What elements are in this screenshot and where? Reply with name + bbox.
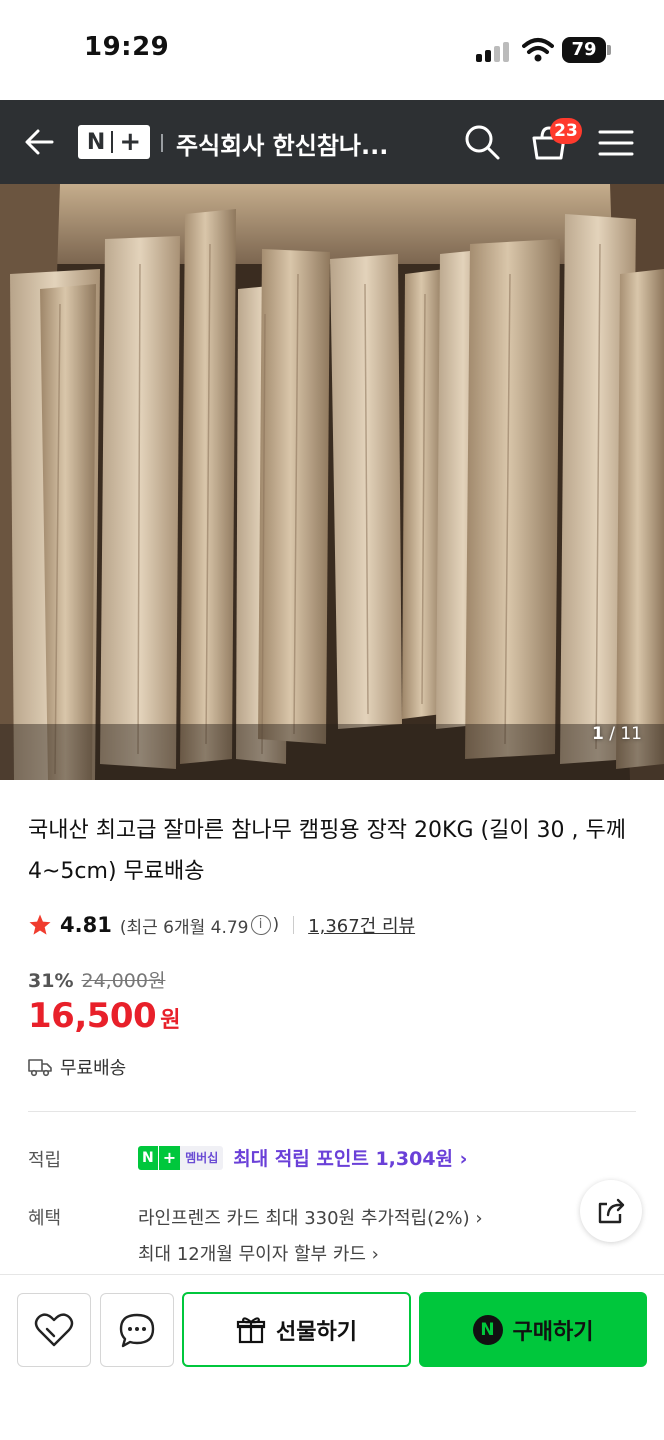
- sale-price-unit: 원: [160, 1008, 181, 1033]
- sale-price: 16,500 원: [28, 996, 180, 1036]
- nplus-logo-plus: +: [119, 127, 142, 157]
- membership-badge-n: N: [138, 1145, 158, 1170]
- product-title: 국내산 최고급 잘마른 참나무 캠핑용 장작 20KG (길이 30 , 두께 …: [28, 818, 627, 884]
- status-bar: 19:29 79: [0, 0, 664, 100]
- share-icon: [598, 1198, 625, 1224]
- info-icon[interactable]: i: [250, 915, 271, 935]
- buy-button[interactable]: N 구매하기: [419, 1292, 647, 1367]
- bottom-action-bar: 선물하기 N 구매하기: [0, 1274, 664, 1440]
- menu-icon[interactable]: [598, 128, 634, 158]
- recent-rating-text: (최근 6개월 4.79: [119, 917, 249, 938]
- rating-divider: [293, 916, 295, 934]
- battery-tip: [607, 45, 611, 55]
- nplus-membership-badge: N + 멤버십: [138, 1145, 224, 1170]
- sale-price-value: 16,500: [28, 996, 157, 1036]
- image-counter-total: / 11: [609, 724, 642, 744]
- max-points-link[interactable]: 최대 적립 포인트 1,304원 ›: [233, 1144, 467, 1171]
- signal-icon: [476, 40, 512, 62]
- gift-icon: [236, 1316, 266, 1343]
- rating-value: 4.81: [60, 913, 112, 937]
- buy-button-label: 구매하기: [512, 1319, 594, 1345]
- cart-count-badge: 23: [550, 118, 582, 144]
- shipping-text: 무료배송: [60, 1058, 127, 1079]
- card-benefit-link[interactable]: 라인프렌즈 카드 최대 330원 추가적립(2%) ›: [138, 1204, 483, 1230]
- recent-rating: (최근 6개월 4.79 i ): [120, 913, 279, 938]
- section-divider: [28, 1111, 636, 1112]
- benefits-label: 혜택: [28, 1208, 62, 1229]
- membership-badge-plus: +: [157, 1145, 181, 1170]
- wishlist-button[interactable]: [17, 1293, 91, 1367]
- star-icon: [29, 914, 51, 935]
- truck-icon: [28, 1059, 52, 1077]
- original-price: 24,000원: [81, 970, 166, 992]
- gift-button[interactable]: 선물하기: [182, 1292, 411, 1367]
- npay-icon: N: [472, 1314, 503, 1345]
- points-row[interactable]: N + 멤버십 최대 적립 포인트 1,304원 ›: [138, 1144, 467, 1171]
- gift-button-label: 선물하기: [276, 1319, 357, 1345]
- talk-talk-button[interactable]: [100, 1293, 174, 1367]
- nplus-logo-n: N: [86, 129, 106, 155]
- battery-indicator: 79: [562, 37, 606, 63]
- recent-rating-close: ): [272, 915, 280, 935]
- store-title[interactable]: 주식회사 한신참나...: [176, 126, 388, 161]
- search-icon[interactable]: [462, 122, 502, 162]
- back-arrow-icon[interactable]: [22, 124, 58, 160]
- points-label: 적립: [28, 1150, 62, 1171]
- membership-badge-label: 멤버십: [180, 1145, 224, 1170]
- installment-benefit-link[interactable]: 최대 12개월 무이자 할부 카드 ›: [138, 1240, 379, 1266]
- status-time: 19:29: [84, 32, 170, 62]
- image-counter-current: 1: [591, 724, 604, 744]
- chat-icon: [119, 1313, 155, 1348]
- discount-rate: 31%: [28, 970, 74, 992]
- heart-icon: [34, 1313, 74, 1347]
- discount-row: 31% 24,000원: [28, 966, 165, 993]
- rating-row: 4.81 (최근 6개월 4.79 i ) 1,367건 리뷰: [28, 910, 415, 940]
- nplus-logo-separator: [111, 131, 114, 153]
- review-count-link[interactable]: 1,367건 리뷰: [308, 912, 415, 938]
- wifi-icon: [522, 38, 554, 62]
- product-image[interactable]: 1 / 11: [0, 184, 664, 780]
- header-divider: [161, 134, 163, 152]
- shipping-info: 무료배송: [28, 1054, 126, 1080]
- firewood-illustration: [0, 184, 664, 780]
- share-button[interactable]: [580, 1180, 642, 1242]
- image-counter: 1 / 11: [592, 724, 642, 744]
- nplus-logo[interactable]: N +: [78, 125, 150, 159]
